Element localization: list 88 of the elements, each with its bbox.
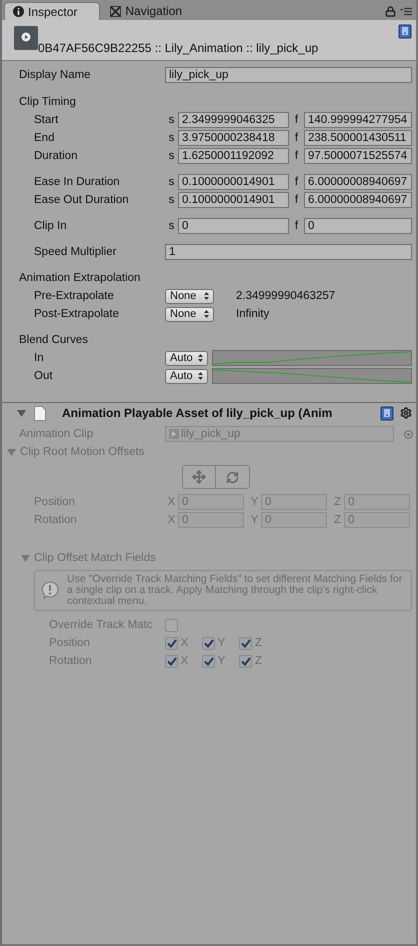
number-field[interactable]: 140.999994277954 xyxy=(304,112,412,128)
unit-label: f xyxy=(294,114,300,126)
unit-label: f xyxy=(294,132,300,144)
field-label: Display Name xyxy=(19,69,92,81)
field-label: Rotation xyxy=(34,514,78,526)
axis-label: X xyxy=(166,514,176,526)
axis-label: Z xyxy=(332,514,342,526)
info-icon xyxy=(13,6,24,17)
field-label: Pre-Extrapolate xyxy=(34,290,115,302)
number-field[interactable]: 97.5000071525574 xyxy=(304,148,412,164)
number-field[interactable]: 0.1000000014901 xyxy=(178,174,289,190)
rotate-icon xyxy=(226,470,238,484)
field-label: Clip In xyxy=(34,220,68,232)
number-field[interactable]: 238.500001430511 xyxy=(304,130,412,146)
updown-arrows-icon xyxy=(204,310,209,318)
dropdown[interactable]: Auto xyxy=(165,350,208,366)
axis-label: Y xyxy=(216,655,226,667)
unit-label: s xyxy=(168,176,176,188)
clip-title: 0B47AF56C9B22255 :: Lily_Animation :: lily_pick_up xyxy=(38,41,318,56)
field-label: Animation Clip xyxy=(19,428,94,440)
field-label: Duration xyxy=(34,150,78,162)
help-book-icon[interactable] xyxy=(398,24,412,39)
number-field[interactable]: 0 xyxy=(304,218,412,234)
axis-label: Y xyxy=(216,637,226,649)
field-label: End xyxy=(34,132,56,144)
field-label: Start xyxy=(34,114,60,126)
axis-label: Z xyxy=(332,496,342,508)
axis-label: Y xyxy=(250,496,260,508)
move-icon xyxy=(192,470,206,484)
field-label: Ease Out Duration xyxy=(34,194,130,206)
axis-label: Y xyxy=(250,514,260,526)
field-label: Speed Multiplier xyxy=(34,246,118,258)
dropdown[interactable]: Auto xyxy=(165,368,208,384)
settings-icon[interactable] xyxy=(400,407,412,419)
number-field[interactable]: 0 xyxy=(178,218,289,234)
lock-icon[interactable] xyxy=(385,6,396,17)
section-title: Clip Timing xyxy=(19,96,76,108)
field-label: Position xyxy=(49,637,91,649)
unit-label: s xyxy=(168,114,176,126)
warning-bubble-icon xyxy=(41,581,59,600)
field-label: Position xyxy=(34,496,76,508)
section-title: Blend Curves xyxy=(19,334,88,346)
updown-arrows-icon xyxy=(198,354,203,362)
unit-label: s xyxy=(168,150,176,162)
number-field[interactable]: 6.00000008940697 xyxy=(304,192,412,208)
clip-icon xyxy=(169,429,179,439)
axis-label: X xyxy=(180,655,190,667)
help-text: Use "Override Track Matching Fields" to set different Matching Fields for a single clip on a track. Apply Matching through the clip's right-click contextual menu. xyxy=(67,574,404,607)
number-field[interactable]: 3.9750000238418 xyxy=(178,130,289,146)
number-field[interactable]: 2.3499999046325 xyxy=(178,112,289,128)
unit-label: f xyxy=(294,176,300,188)
component-title: Animation Playable Asset of lily_pick_up (Anim xyxy=(62,406,332,420)
field-label: Out xyxy=(34,370,54,382)
text-field[interactable]: lily_pick_up xyxy=(165,67,412,83)
panel-tab[interactable]: Inspector xyxy=(4,2,100,20)
updown-arrows-icon xyxy=(204,292,209,300)
updown-arrows-icon xyxy=(198,372,203,380)
section-title: Animation Extrapolation xyxy=(19,272,140,284)
unit-label: s xyxy=(168,132,176,144)
panel-tab[interactable]: Navigation xyxy=(102,2,204,20)
dropdown[interactable]: None xyxy=(165,288,214,304)
play-icon xyxy=(14,26,38,50)
unit-label: f xyxy=(294,150,300,162)
field-label: Ease In Duration xyxy=(34,176,121,188)
value-text: Infinity xyxy=(236,308,270,320)
axis-label: X xyxy=(180,637,190,649)
value-text: 2.34999990463257 xyxy=(236,290,336,302)
axis-label: X xyxy=(166,496,176,508)
unit-label: f xyxy=(294,220,300,232)
field-label: Override Track Matc xyxy=(49,619,154,631)
number-field[interactable]: 1 xyxy=(165,244,412,260)
field-label: Post-Extrapolate xyxy=(34,308,120,320)
unit-label: s xyxy=(168,220,176,232)
number-field[interactable]: 1.6250001192092 xyxy=(178,148,289,164)
number-field[interactable]: 6.00000008940697 xyxy=(304,174,412,190)
field-label: In xyxy=(34,352,45,364)
axis-label: Z xyxy=(254,637,264,649)
unit-label: s xyxy=(168,194,176,206)
document-icon xyxy=(34,406,46,420)
section-title: Clip Root Motion Offsets xyxy=(20,446,144,458)
section-title: Clip Offset Match Fields xyxy=(34,552,156,564)
dropdown[interactable]: None xyxy=(165,306,214,322)
number-field[interactable]: 0.1000000014901 xyxy=(178,192,289,208)
field-label: Rotation xyxy=(49,655,93,667)
menu-icon[interactable] xyxy=(400,7,412,16)
unit-label: f xyxy=(294,194,300,206)
help-book-icon[interactable] xyxy=(380,406,394,420)
axis-label: Z xyxy=(254,655,264,667)
